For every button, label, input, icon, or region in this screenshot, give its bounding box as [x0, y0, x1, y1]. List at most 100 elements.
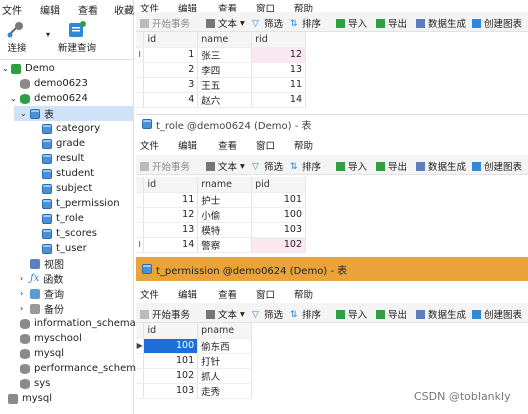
- filter-button[interactable]: ▽ 筛选: [252, 159, 283, 174]
- begin-transaction-button[interactable]: 开始事务: [140, 16, 190, 30]
- table-row[interactable]: 13 模特 103: [136, 222, 306, 238]
- export-button[interactable]: 导出: [376, 159, 407, 173]
- table-row[interactable]: 101 打针: [136, 353, 252, 369]
- tree-folder-tables[interactable]: ⌄ 表: [20, 106, 54, 121]
- menu-edit[interactable]: 编辑: [178, 287, 197, 301]
- filter-button[interactable]: ▽ 筛选: [252, 307, 283, 322]
- tree-db-information_schema[interactable]: information_schema: [20, 316, 136, 331]
- tree-db-demo0624[interactable]: ⌄ demo0624: [10, 91, 88, 106]
- create-chart-button[interactable]: 创建图表: [472, 159, 522, 173]
- menu-file[interactable]: 文件: [2, 2, 22, 17]
- cell[interactable]: 模特: [197, 222, 253, 238]
- tree-table-t_user[interactable]: t_user: [42, 241, 87, 256]
- tree-table-student[interactable]: student: [42, 166, 94, 181]
- menu-favorites[interactable]: 收藏: [114, 2, 134, 17]
- data-generation-button[interactable]: 数据生成: [416, 159, 466, 173]
- tree-db-sys[interactable]: sys: [20, 376, 50, 391]
- menu-file[interactable]: 文件: [140, 138, 159, 152]
- tree-table-t_role[interactable]: t_role: [42, 211, 84, 226]
- column-header[interactable]: id: [143, 323, 199, 339]
- column-header[interactable]: pid: [251, 177, 306, 193]
- cell[interactable]: 13: [251, 62, 306, 78]
- create-chart-button[interactable]: 创建图表: [472, 307, 522, 321]
- menu-edit[interactable]: 编辑: [40, 2, 60, 17]
- cell[interactable]: 11: [143, 192, 199, 208]
- text-button[interactable]: 文本 ▾: [206, 307, 245, 321]
- cell[interactable]: 13: [143, 222, 199, 238]
- tree-table-t_scores[interactable]: t_scores: [42, 226, 97, 241]
- sort-button[interactable]: ⇅ 排序: [290, 307, 321, 322]
- panel-title[interactable]: t_role @demo0624 (Demo) - 表: [136, 115, 528, 133]
- cell[interactable]: 走秀: [197, 383, 252, 399]
- cell[interactable]: 100: [251, 207, 306, 223]
- tree-folder-functions[interactable]: › ƒx 函数: [20, 271, 63, 286]
- menu-view[interactable]: 查看: [218, 138, 237, 152]
- menu-view[interactable]: 查看: [78, 2, 98, 17]
- connect-button[interactable]: 连接: [6, 20, 28, 54]
- text-button[interactable]: 文本 ▾: [206, 159, 245, 173]
- tree-table-subject[interactable]: subject: [42, 181, 92, 196]
- tree-db-performance_schema[interactable]: performance_schema: [20, 361, 142, 376]
- data-generation-button[interactable]: 数据生成: [416, 16, 466, 30]
- tree-folder-queries[interactable]: › 查询: [20, 286, 64, 301]
- menu-view[interactable]: 查看: [218, 287, 237, 301]
- import-button[interactable]: 导入: [336, 307, 367, 321]
- tree-db-mysql[interactable]: mysql: [20, 346, 64, 361]
- text-button[interactable]: 文本 ▾: [206, 16, 245, 30]
- menu-file[interactable]: 文件: [140, 287, 159, 301]
- column-header[interactable]: pname: [197, 323, 252, 339]
- begin-transaction-button[interactable]: 开始事务: [140, 307, 190, 321]
- cell[interactable]: 张三: [197, 47, 253, 63]
- panel-title[interactable]: t_permission @demo0624 (Demo) - 表: [136, 257, 528, 281]
- table-row[interactable]: I 14 警察 102: [136, 237, 306, 253]
- cell[interactable]: 103: [143, 383, 199, 399]
- cell[interactable]: 2: [143, 62, 199, 78]
- export-button[interactable]: 导出: [376, 16, 407, 30]
- new-query-button[interactable]: 新建查询: [58, 20, 96, 54]
- connect-dropdown-icon[interactable]: ▾: [46, 30, 50, 39]
- cell[interactable]: 偷东西: [197, 338, 252, 354]
- cell[interactable]: 14: [251, 92, 306, 108]
- tree-folder-backups[interactable]: › 备份: [20, 301, 64, 316]
- tree-db-myschool[interactable]: myschool: [20, 331, 82, 346]
- tree-table-result[interactable]: result: [42, 151, 84, 166]
- column-header[interactable]: rname: [197, 177, 253, 193]
- cell[interactable]: 小偷: [197, 207, 253, 223]
- menu-help[interactable]: 帮助: [294, 287, 313, 301]
- table-row[interactable]: 3 王五 11: [136, 77, 306, 93]
- import-button[interactable]: 导入: [336, 159, 367, 173]
- cell[interactable]: 1: [143, 47, 199, 63]
- tree-table-t_permission[interactable]: t_permission: [42, 196, 120, 211]
- cell[interactable]: 100: [143, 338, 199, 354]
- table-row[interactable]: 102 抓人: [136, 368, 252, 384]
- sort-button[interactable]: ⇅ 排序: [290, 159, 321, 174]
- cell[interactable]: 3: [143, 77, 199, 93]
- tree-conn-mysql[interactable]: mysql: [8, 391, 52, 406]
- filter-button[interactable]: ▽ 筛选: [252, 16, 283, 31]
- column-header[interactable]: name: [197, 32, 253, 48]
- cell[interactable]: 12: [251, 47, 306, 63]
- menu-window[interactable]: 窗口: [256, 287, 275, 301]
- menu-help[interactable]: 帮助: [294, 138, 313, 152]
- column-header[interactable]: id: [143, 177, 199, 193]
- cell[interactable]: 101: [251, 192, 306, 208]
- tree-conn-demo[interactable]: ⌄ Demo: [2, 61, 55, 76]
- tree-table-grade[interactable]: grade: [42, 136, 85, 151]
- column-header[interactable]: rid: [251, 32, 306, 48]
- cell[interactable]: 赵六: [197, 92, 253, 108]
- cell[interactable]: 12: [143, 207, 199, 223]
- table-row[interactable]: ▶ 100 偷东西: [136, 338, 252, 354]
- menu-window[interactable]: 窗口: [256, 138, 275, 152]
- import-button[interactable]: 导入: [336, 16, 367, 30]
- cell[interactable]: 护士: [197, 192, 253, 208]
- table-row[interactable]: 103 走秀: [136, 383, 252, 399]
- cell[interactable]: 打针: [197, 353, 252, 369]
- menu-edit[interactable]: 编辑: [178, 138, 197, 152]
- cell[interactable]: 14: [143, 237, 199, 253]
- table-row[interactable]: 12 小偷 100: [136, 207, 306, 223]
- cell[interactable]: 警察: [197, 237, 253, 253]
- tree-folder-views[interactable]: 视图: [30, 256, 64, 271]
- cell[interactable]: 4: [143, 92, 199, 108]
- cell[interactable]: 李四: [197, 62, 253, 78]
- data-generation-button[interactable]: 数据生成: [416, 307, 466, 321]
